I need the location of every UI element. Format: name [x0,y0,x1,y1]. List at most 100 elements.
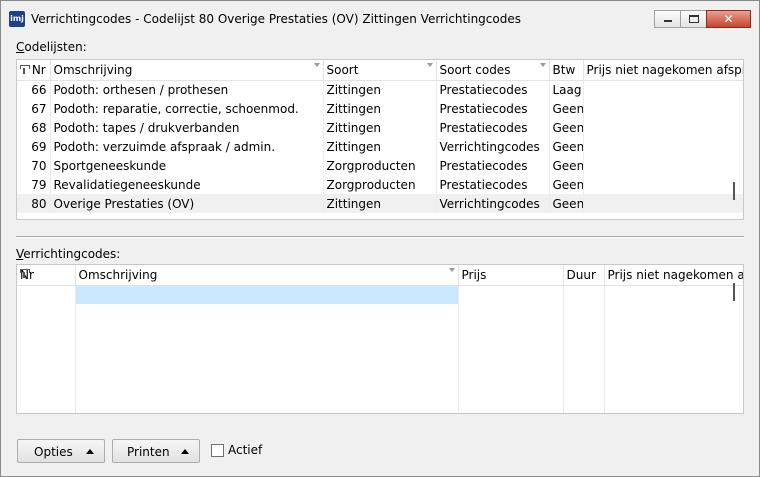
table-row[interactable]: 79 Revalidatiegeneeskunde Zorgproducten … [17,175,743,194]
cell-soort-codes: Prestatiecodes [436,156,550,175]
filter-icon[interactable] [20,269,30,279]
window-controls: ✕ [654,10,751,28]
verrichtingcodes-header-row: Nr Omschrijving Prijs Duur Prijs niet na… [17,265,743,286]
cell-btw: Geen [549,194,584,213]
col-header-omschrijving[interactable]: Omschrijving [75,265,459,286]
actief-label[interactable]: Actief [228,443,262,457]
cell-nr: 69 [17,137,51,156]
empty-row [17,304,743,323]
col-header-btw[interactable]: Btw [549,60,584,81]
filter-icon[interactable] [20,64,30,75]
cell-prijs [583,99,743,118]
col-header-nr[interactable]: Nr [17,60,51,81]
cell-omschrijving: Podoth: reparatie, correctie, schoenmod. [50,99,324,118]
vertical-scrollbar-thumb[interactable] [733,182,735,200]
col-header-nr[interactable]: Nr [17,265,76,286]
close-button[interactable]: ✕ [706,10,751,28]
cell-nr: 70 [17,156,51,175]
title-bar[interactable]: imj Verrichtingcodes - Codelijst 80 Over… [1,1,759,37]
codelijsten-header-row: Nr Omschrijving Soort Soort codes Btw Pr… [17,60,743,81]
col-header-prijs-niet-nagekomen[interactable]: Prijs niet nagekomen afspr [583,60,743,81]
empty-row [17,399,743,413]
cell-prijs [583,137,743,156]
printen-button[interactable]: Printen [112,439,200,463]
col-header-prijs-niet-nagekomen[interactable]: Prijs niet nagekomen a [604,265,743,286]
cell-nr: 80 [17,194,51,213]
cell-soort: Zittingen [323,194,437,213]
col-header-prijs[interactable]: Prijs [458,265,564,286]
empty-row [17,342,743,361]
vertical-scrollbar-thumb[interactable] [733,283,735,301]
cell-nr: 79 [17,175,51,194]
cell-soort-codes: Prestatiecodes [436,118,550,137]
app-icon: imj [9,11,25,27]
cell-omschrijving: Overige Prestaties (OV) [50,194,324,213]
col-header-omschrijving[interactable]: Omschrijving [50,60,324,81]
cell-duur[interactable] [563,285,605,304]
maximize-button[interactable] [680,10,707,28]
empty-row [17,380,743,399]
cell-soort-codes: Verrichtingcodes [436,194,550,213]
minimize-icon [664,20,672,22]
cell-btw: Geen [549,137,584,156]
cell-prijs [583,80,743,99]
sort-indicator-icon [539,63,546,67]
cell-omschrijving: Sportgeneeskunde [50,156,324,175]
maximize-icon [689,15,699,23]
empty-row [17,361,743,380]
cell-soort-codes: Prestatiecodes [436,99,550,118]
main-window: imj Verrichtingcodes - Codelijst 80 Over… [0,0,760,477]
table-row[interactable]: 67 Podoth: reparatie, correctie, schoenm… [17,99,743,118]
cell-soort-codes: Prestatiecodes [436,175,550,194]
cell-omschrijving: Revalidatiegeneeskunde [50,175,324,194]
cell-omschrijving-editing[interactable] [75,285,459,304]
cell-soort: Zittingen [323,80,437,99]
cell-prijs [583,175,743,194]
table-row[interactable]: 68 Podoth: tapes / drukverbanden Zitting… [17,118,743,137]
actief-checkbox[interactable] [211,444,224,457]
opties-button[interactable]: Opties [17,439,105,463]
table-row[interactable]: 70 Sportgeneeskunde Zorgproducten Presta… [17,156,743,175]
verrichtingcodes-grid[interactable]: Nr Omschrijving Prijs Duur Prijs niet na… [16,264,744,414]
table-row[interactable]: 69 Podoth: verzuimde afspraak / admin. Z… [17,137,743,156]
cell-nr[interactable] [17,285,76,304]
col-header-soort-codes[interactable]: Soort codes [436,60,550,81]
cell-btw: Geen [549,118,584,137]
cell-nr: 67 [17,99,51,118]
cell-prijs[interactable] [458,285,564,304]
codelijsten-label: Codelijsten: [16,40,87,54]
opties-label: Opties [34,445,73,459]
cell-prijs-niet-nagekomen[interactable] [604,285,743,304]
cell-soort-codes: Prestatiecodes [436,80,550,99]
table-row[interactable]: 66 Podoth: orthesen / prothesen Zittinge… [17,80,743,99]
cell-soort: Zittingen [323,118,437,137]
empty-row [17,323,743,342]
cell-btw: Geen [549,156,584,175]
cell-omschrijving: Podoth: tapes / drukverbanden [50,118,324,137]
cell-prijs [583,194,743,213]
close-icon: ✕ [723,12,734,26]
cell-omschrijving: Podoth: verzuimde afspraak / admin. [50,137,324,156]
cell-soort: Zorgproducten [323,156,437,175]
sort-indicator-icon [426,63,433,67]
cell-soort: Zittingen [323,99,437,118]
cell-btw: Geen [549,99,584,118]
cell-prijs [583,156,743,175]
arrow-up-icon [86,449,94,454]
cell-soort: Zittingen [323,137,437,156]
section-divider-highlight [16,237,744,238]
verrichtingcodes-label: Verrichtingcodes: [16,247,121,261]
codelijsten-grid[interactable]: Nr Omschrijving Soort Soort codes Btw Pr… [16,59,744,220]
printen-label: Printen [127,445,170,459]
col-header-duur[interactable]: Duur [563,265,605,286]
minimize-button[interactable] [654,10,681,28]
table-row-selected[interactable]: 80 Overige Prestaties (OV) Zittingen Ver… [17,194,743,213]
cell-nr: 68 [17,118,51,137]
arrow-up-icon [181,449,189,454]
cell-soort: Zorgproducten [323,175,437,194]
table-row-new[interactable] [17,285,743,304]
col-header-soort[interactable]: Soort [323,60,437,81]
cell-prijs [583,118,743,137]
cell-nr: 66 [17,80,51,99]
cell-soort-codes: Verrichtingcodes [436,137,550,156]
